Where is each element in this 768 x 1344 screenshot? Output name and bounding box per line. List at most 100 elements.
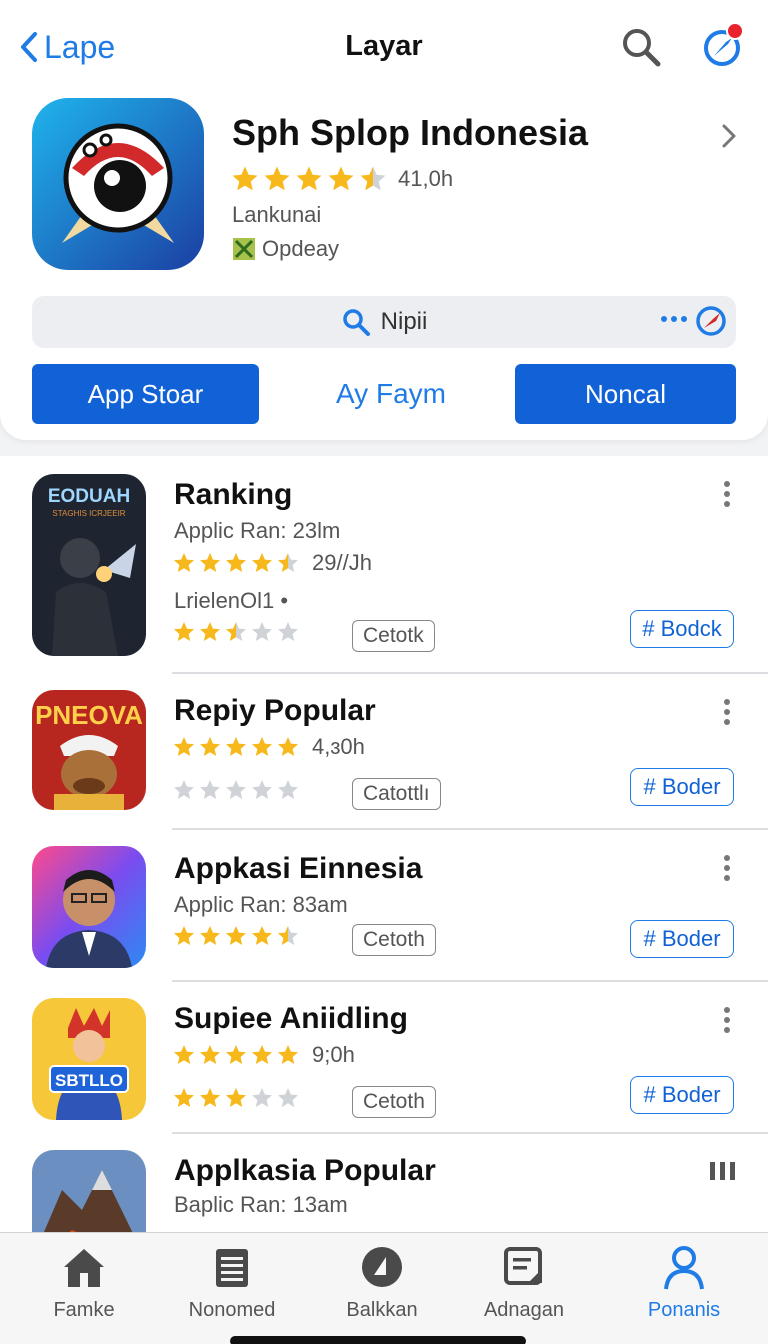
secondary-rating	[172, 1086, 300, 1110]
rating-stars	[172, 551, 300, 575]
svg-text:SBTLLO: SBTLLO	[55, 1071, 123, 1090]
tag-button[interactable]: # Boder	[630, 1076, 734, 1114]
app-subtitle: Applic Ran: 83am	[174, 892, 348, 917]
search-input[interactable]: Nipii	[32, 296, 736, 348]
star-icon	[264, 166, 290, 191]
star-icon	[226, 622, 246, 641]
tab-label: Balkkan	[346, 1299, 418, 1321]
circle-marker-icon	[362, 1247, 402, 1287]
rating-stars	[172, 924, 300, 948]
list-item[interactable]: EODUAH STAGHIS ICRJEEIR Ranking Applic R…	[0, 456, 768, 672]
search-icon	[342, 309, 370, 336]
home-indicator	[230, 1336, 526, 1344]
search-icon[interactable]	[620, 26, 662, 68]
tab-famke[interactable]: Famke	[14, 1241, 154, 1331]
person-icon	[664, 1246, 704, 1290]
star-icon	[174, 1045, 194, 1064]
rating-count: 4,ɜ0h	[312, 734, 365, 759]
chevron-right-icon[interactable]	[718, 122, 740, 150]
star-icon	[174, 553, 194, 572]
chevron-left-icon	[21, 32, 37, 62]
bottom-tab-bar: Famke Nonomed Balkkan Adnagan Ponanis	[0, 1232, 768, 1344]
action-buttons: App Stoar Ay Faym Noncal	[32, 364, 736, 424]
app-name[interactable]: Applkasia Popular	[174, 1154, 436, 1188]
hero-category: Opdeay	[232, 236, 339, 262]
category-chip[interactable]: Cetotk	[352, 620, 435, 652]
hero-app-icon[interactable]	[32, 98, 204, 270]
app-store-button[interactable]: App Stoar	[32, 364, 259, 424]
star-icon	[200, 553, 220, 572]
star-icon	[174, 737, 194, 756]
app-name[interactable]: Ranking	[174, 478, 292, 512]
tab-label: Ponanis	[647, 1299, 721, 1321]
hero-rating-stars	[230, 164, 388, 194]
app-name[interactable]: Repiy Popular	[174, 694, 376, 728]
star-icon	[200, 1045, 220, 1064]
hero-app-title[interactable]: Sph Splop Indonesia	[232, 112, 588, 154]
kebab-menu-icon[interactable]	[718, 698, 736, 726]
poster-icon: EODUAH STAGHIS ICRJEEIR	[32, 474, 146, 656]
tag-button[interactable]: # Bodck	[630, 610, 734, 648]
star-icon	[200, 737, 220, 756]
app-icon[interactable]: SBTLLO	[32, 998, 146, 1120]
star-icon	[252, 553, 272, 572]
tab-adnagan[interactable]: Adnagan	[454, 1241, 594, 1331]
star-icon	[174, 926, 194, 945]
rating-count: 29//Jh	[312, 550, 372, 575]
app-icon[interactable]	[32, 846, 146, 968]
category-chip[interactable]: Cetoth	[352, 924, 436, 956]
hero-developer[interactable]: Lankunai	[232, 202, 321, 228]
back-label: Lape	[44, 28, 116, 65]
star-icon	[226, 1045, 246, 1064]
star-icon	[174, 780, 194, 799]
tab-balkkan[interactable]: Balkkan	[312, 1241, 452, 1331]
portrait-icon	[32, 846, 146, 968]
rating-stars	[172, 1086, 300, 1110]
back-button[interactable]: Lape	[20, 26, 115, 68]
compass-icon[interactable]	[694, 304, 728, 338]
app-icon[interactable]	[32, 1150, 146, 1232]
kebab-menu-icon[interactable]	[718, 854, 736, 882]
list-item[interactable]: Appkasi Einnesia Applic Ran: 83am Cetoth…	[0, 830, 768, 980]
app-name[interactable]: Supiee Aniidling	[174, 1002, 408, 1036]
star-icon	[226, 737, 246, 756]
category-chip[interactable]: Cetoth	[352, 1086, 436, 1118]
star-icon	[296, 166, 322, 191]
star-icon	[200, 926, 220, 945]
mountain-icon	[32, 1150, 146, 1232]
star-icon	[226, 926, 246, 945]
note-icon	[504, 1247, 542, 1285]
notification-badge	[726, 22, 744, 40]
kebab-menu-icon[interactable]	[718, 480, 736, 508]
category-chip[interactable]: Catottlı	[352, 778, 441, 810]
noncal-button[interactable]: Noncal	[515, 364, 736, 424]
secondary-rating	[172, 620, 300, 644]
list-item[interactable]: SBTLLO Supiee Aniidling 9;0h Cetoth # Bo…	[0, 982, 768, 1132]
star-icon	[252, 1088, 272, 1107]
more-dots-icon[interactable]	[660, 314, 688, 324]
middle-link-button[interactable]: Ay Faym	[282, 364, 500, 424]
app-icon[interactable]: PNEOVA	[32, 690, 146, 810]
app-name[interactable]: Appkasi Einnesia	[174, 852, 422, 886]
tab-nonomed[interactable]: Nonomed	[162, 1241, 302, 1331]
list-item[interactable]: PNEOVA Repiy Popular 4,ɜ0h Catottlı # Bo…	[0, 674, 768, 828]
star-icon	[174, 1088, 194, 1107]
list-view-icon[interactable]	[708, 1160, 738, 1182]
tab-ponanis[interactable]: Ponanis	[614, 1241, 754, 1331]
star-icon	[278, 737, 298, 756]
tab-label: Nonomed	[188, 1299, 276, 1321]
star-icon	[226, 780, 246, 799]
rating-stars	[172, 735, 300, 759]
tab-label: Famke	[53, 1299, 115, 1321]
tag-button[interactable]: # Boder	[630, 920, 734, 958]
tag-button[interactable]: # Boder	[630, 768, 734, 806]
star-icon	[252, 622, 272, 641]
kebab-menu-icon[interactable]	[718, 1006, 736, 1034]
svg-text:PNEOVA: PNEOVA	[35, 700, 143, 730]
star-icon	[252, 1045, 272, 1064]
app-icon[interactable]: EODUAH STAGHIS ICRJEEIR	[32, 474, 146, 656]
star-icon	[252, 926, 272, 945]
list-item[interactable]: Applkasia Popular Baplic Ran: 13am	[0, 1134, 768, 1232]
star-icon	[360, 166, 386, 191]
star-icon	[278, 553, 298, 572]
